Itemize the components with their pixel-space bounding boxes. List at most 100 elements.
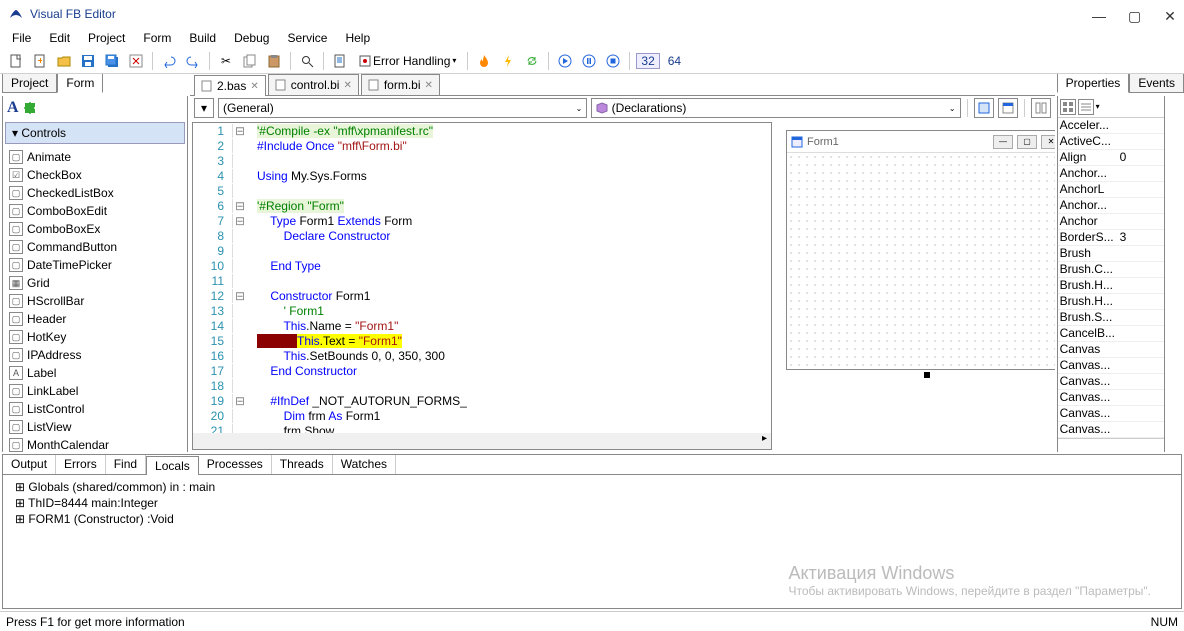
view-form-icon[interactable] xyxy=(998,98,1018,118)
locals-item[interactable]: ⊞ FORM1 (Constructor) :Void xyxy=(7,511,1177,527)
save-icon[interactable] xyxy=(78,51,98,71)
open-icon[interactable] xyxy=(54,51,74,71)
menu-edit[interactable]: Edit xyxy=(41,29,78,47)
error-handling-dropdown[interactable]: Error Handling ▾ xyxy=(354,51,461,71)
tab-properties[interactable]: Properties xyxy=(1057,74,1130,93)
view-code-icon[interactable] xyxy=(974,98,994,118)
text-tool-icon[interactable]: A xyxy=(7,99,19,117)
control-ipaddress[interactable]: ▢IPAddress xyxy=(5,346,185,364)
control-checkbox[interactable]: ☑CheckBox xyxy=(5,166,185,184)
copy-icon[interactable] xyxy=(240,51,260,71)
file-tab[interactable]: 2.bas✕ xyxy=(194,75,266,96)
member-combo[interactable]: (Declarations)⌄ xyxy=(591,98,960,118)
close-tab-icon[interactable]: ✕ xyxy=(250,81,258,92)
menu-help[interactable]: Help xyxy=(337,29,378,47)
control-checkedlistbox[interactable]: ▢CheckedListBox xyxy=(5,184,185,202)
scope-combo[interactable]: (General)⌄ xyxy=(218,98,587,118)
control-listview[interactable]: ▢ListView xyxy=(5,418,185,436)
undo-icon[interactable] xyxy=(159,51,179,71)
property-row[interactable]: ActiveC... xyxy=(1058,134,1164,150)
bottom-tab-processes[interactable]: Processes xyxy=(199,455,272,474)
property-row[interactable]: Align0 xyxy=(1058,150,1164,166)
property-row[interactable]: Anchor... xyxy=(1058,166,1164,182)
bottom-tab-watches[interactable]: Watches xyxy=(333,455,396,474)
pause-icon[interactable] xyxy=(579,51,599,71)
control-animate[interactable]: ▢Animate xyxy=(5,148,185,166)
property-row[interactable]: Canvas xyxy=(1058,342,1164,358)
property-row[interactable]: AnchorL xyxy=(1058,182,1164,198)
locals-item[interactable]: ⊞ Globals (shared/common) in : main xyxy=(7,479,1177,495)
property-row[interactable]: BorderS...3 xyxy=(1058,230,1164,246)
tab-project[interactable]: Project xyxy=(2,74,57,93)
bottom-tab-errors[interactable]: Errors xyxy=(56,455,106,474)
close-file-icon[interactable] xyxy=(126,51,146,71)
find-icon[interactable] xyxy=(297,51,317,71)
bolt-icon[interactable] xyxy=(498,51,518,71)
prop-sort-icon[interactable] xyxy=(1078,99,1094,115)
form-close-icon[interactable]: ✕ xyxy=(1041,135,1055,149)
new-project-icon[interactable] xyxy=(30,51,50,71)
redo-icon[interactable] xyxy=(183,51,203,71)
control-datetimepicker[interactable]: ▢DateTimePicker xyxy=(5,256,185,274)
flame-icon[interactable] xyxy=(474,51,494,71)
control-label[interactable]: ALabel xyxy=(5,364,185,382)
property-row[interactable]: Anchor xyxy=(1058,214,1164,230)
property-row[interactable]: Brush.H... xyxy=(1058,278,1164,294)
scope-arrow-icon[interactable]: ▾ xyxy=(194,98,214,118)
form-window[interactable]: Form1 — ▢ ✕ xyxy=(786,130,1055,370)
property-row[interactable]: Anchor... xyxy=(1058,198,1164,214)
refresh-icon[interactable] xyxy=(522,51,542,71)
property-row[interactable]: CancelB... xyxy=(1058,326,1164,342)
control-header[interactable]: ▢Header xyxy=(5,310,185,328)
file-tab[interactable]: control.bi✕ xyxy=(268,74,359,95)
control-comboboxex[interactable]: ▢ComboBoxEx xyxy=(5,220,185,238)
control-listcontrol[interactable]: ▢ListControl xyxy=(5,400,185,418)
menu-project[interactable]: Project xyxy=(80,29,133,47)
locals-item[interactable]: ⊞ ThID=8444 main:Integer xyxy=(7,495,1177,511)
resize-handle[interactable] xyxy=(924,372,930,378)
property-row[interactable]: Acceler... xyxy=(1058,118,1164,134)
minimize-button[interactable]: — xyxy=(1092,8,1104,20)
file-tab[interactable]: form.bi✕ xyxy=(361,74,440,95)
stop-icon[interactable] xyxy=(603,51,623,71)
form-maximize-icon[interactable]: ▢ xyxy=(1017,135,1037,149)
menu-form[interactable]: Form xyxy=(135,29,179,47)
close-tab-icon[interactable]: ✕ xyxy=(425,80,433,91)
puzzle-icon[interactable] xyxy=(23,101,37,115)
property-row[interactable]: Brush.S... xyxy=(1058,310,1164,326)
tab-form[interactable]: Form xyxy=(57,74,103,93)
control-monthcalendar[interactable]: ▢MonthCalendar xyxy=(5,436,185,452)
control-hotkey[interactable]: ▢HotKey xyxy=(5,328,185,346)
property-row[interactable]: Canvas... xyxy=(1058,358,1164,374)
bottom-tab-output[interactable]: Output xyxy=(3,455,56,474)
close-button[interactable]: ✕ xyxy=(1164,8,1176,20)
cut-icon[interactable]: ✂ xyxy=(216,51,236,71)
property-row[interactable]: Brush xyxy=(1058,246,1164,262)
new-file-icon[interactable] xyxy=(6,51,26,71)
menu-build[interactable]: Build xyxy=(181,29,224,47)
property-row[interactable]: Canvas... xyxy=(1058,374,1164,390)
close-tab-icon[interactable]: ✕ xyxy=(343,80,351,91)
control-linklabel[interactable]: ▢LinkLabel xyxy=(5,382,185,400)
prop-category-icon[interactable] xyxy=(1060,99,1076,115)
bottom-tab-threads[interactable]: Threads xyxy=(272,455,333,474)
paste-icon[interactable] xyxy=(264,51,284,71)
bottom-tab-locals[interactable]: Locals xyxy=(146,456,199,475)
control-grid[interactable]: ▦Grid xyxy=(5,274,185,292)
property-row[interactable]: Canvas... xyxy=(1058,422,1164,438)
locals-body[interactable]: ⊞ Globals (shared/common) in : main⊞ ThI… xyxy=(3,475,1181,608)
controls-header[interactable]: ▾ Controls xyxy=(5,122,185,144)
maximize-button[interactable]: ▢ xyxy=(1128,8,1140,20)
compile-icon[interactable] xyxy=(330,51,350,71)
menu-file[interactable]: File xyxy=(4,29,39,47)
save-all-icon[interactable] xyxy=(102,51,122,71)
control-comboboxedit[interactable]: ▢ComboBoxEdit xyxy=(5,202,185,220)
code-editor[interactable]: 1⊟'#Compile -ex "mff\xpmanifest.rc"2 #In… xyxy=(192,122,772,450)
property-row[interactable]: Canvas... xyxy=(1058,390,1164,406)
control-hscrollbar[interactable]: ▢HScrollBar xyxy=(5,292,185,310)
tab-events[interactable]: Events xyxy=(1129,74,1184,93)
form-minimize-icon[interactable]: — xyxy=(993,135,1013,149)
bottom-tab-find[interactable]: Find xyxy=(106,455,146,474)
property-row[interactable]: Brush.H... xyxy=(1058,294,1164,310)
property-row[interactable]: Canvas... xyxy=(1058,406,1164,422)
